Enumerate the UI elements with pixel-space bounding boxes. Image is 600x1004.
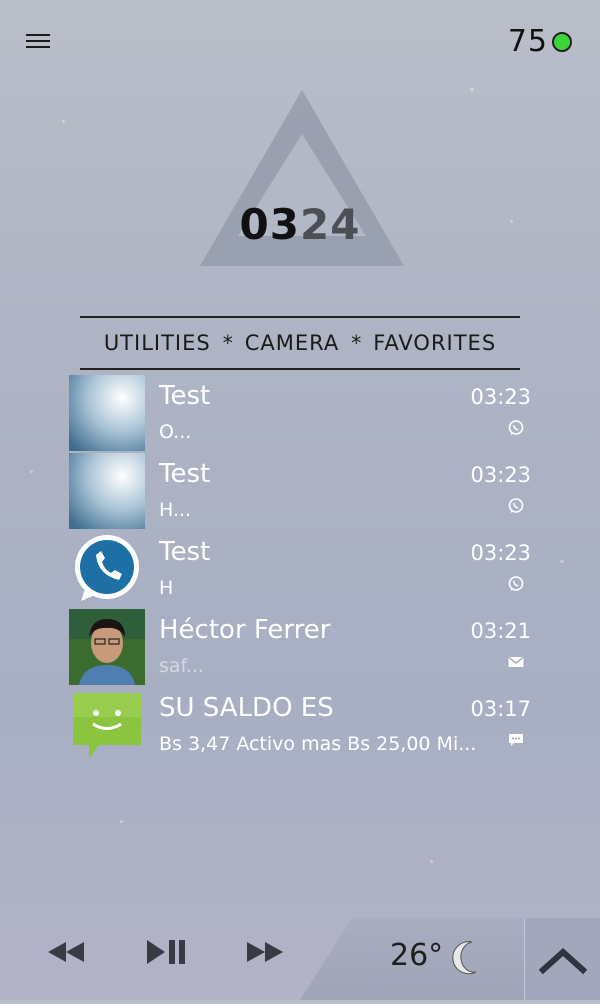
shortcut-utilities[interactable]: UTILITIES	[104, 331, 211, 355]
menu-line	[26, 40, 50, 42]
notification-preview: H...	[159, 499, 192, 521]
notification-item[interactable]: Héctor Ferrer 03:21 saf...	[69, 609, 531, 685]
texture-speck	[560, 560, 564, 563]
moon-icon	[452, 941, 477, 975]
avatar	[69, 609, 145, 685]
whatsapp-logo-icon	[75, 535, 139, 601]
menu-line	[26, 46, 50, 48]
notification-title: Test	[159, 459, 211, 489]
battery-status-dot	[552, 31, 572, 52]
whatsapp-icon	[508, 498, 524, 513]
texture-speck	[120, 820, 123, 823]
notification-title: Test	[159, 537, 211, 567]
texture-speck	[30, 470, 33, 473]
mail-icon	[508, 656, 524, 667]
clock-minutes: 24	[300, 200, 361, 249]
shortcut-favorites[interactable]: FAVORITES	[373, 331, 496, 355]
avatar	[69, 375, 145, 451]
battery-level: 75	[507, 24, 548, 59]
chevron-up-icon	[538, 947, 588, 975]
notification-preview: O...	[159, 421, 192, 443]
whatsapp-icon	[508, 420, 524, 435]
notification-time: 03:17	[470, 697, 531, 721]
play-pause-icon[interactable]	[145, 930, 187, 974]
menu-icon[interactable]	[26, 34, 50, 52]
notification-title: SU SALDO ES	[159, 693, 334, 723]
shortcut-camera[interactable]: CAMERA	[245, 331, 340, 355]
clock-hours: 03	[239, 200, 300, 249]
shortcut-separator: *	[222, 331, 233, 355]
shortcut-separator: *	[351, 331, 362, 355]
menu-line	[26, 34, 50, 36]
avatar	[69, 453, 145, 529]
notification-item[interactable]: Test 03:23 O...	[69, 375, 531, 451]
notification-time: 03:23	[470, 463, 531, 487]
notification-preview: saf...	[159, 655, 204, 677]
notification-item[interactable]: SU SALDO ES 03:17 Bs 3,47 Activo mas Bs …	[69, 687, 531, 763]
sms-icon	[509, 734, 523, 746]
notification-item[interactable]: Test 03:23 H	[69, 531, 531, 607]
battery-indicator: 75	[508, 24, 572, 59]
shortcut-bar: UTILITIES * CAMERA * FAVORITES	[80, 316, 520, 370]
texture-speck	[470, 88, 474, 91]
whatsapp-icon	[508, 576, 524, 591]
notification-time: 03:23	[470, 541, 531, 565]
expand-up-button[interactable]	[524, 918, 600, 1000]
notification-preview: H	[159, 577, 174, 599]
texture-speck	[62, 120, 65, 123]
notification-title: Test	[159, 381, 211, 411]
notification-time: 03:23	[470, 385, 531, 409]
messaging-logo-icon	[73, 693, 141, 759]
notification-title: Héctor Ferrer	[159, 615, 331, 645]
clock: 0324	[0, 200, 600, 249]
notification-preview: Bs 3,47 Activo mas Bs 25,00 Mi...	[159, 733, 477, 755]
notification-item[interactable]: Test 03:23 H...	[69, 453, 531, 529]
texture-speck	[430, 860, 433, 863]
weather-temperature: 26°	[390, 938, 444, 973]
notification-time: 03:21	[470, 619, 531, 643]
rewind-icon[interactable]	[48, 930, 88, 974]
fast-forward-icon[interactable]	[245, 930, 285, 974]
